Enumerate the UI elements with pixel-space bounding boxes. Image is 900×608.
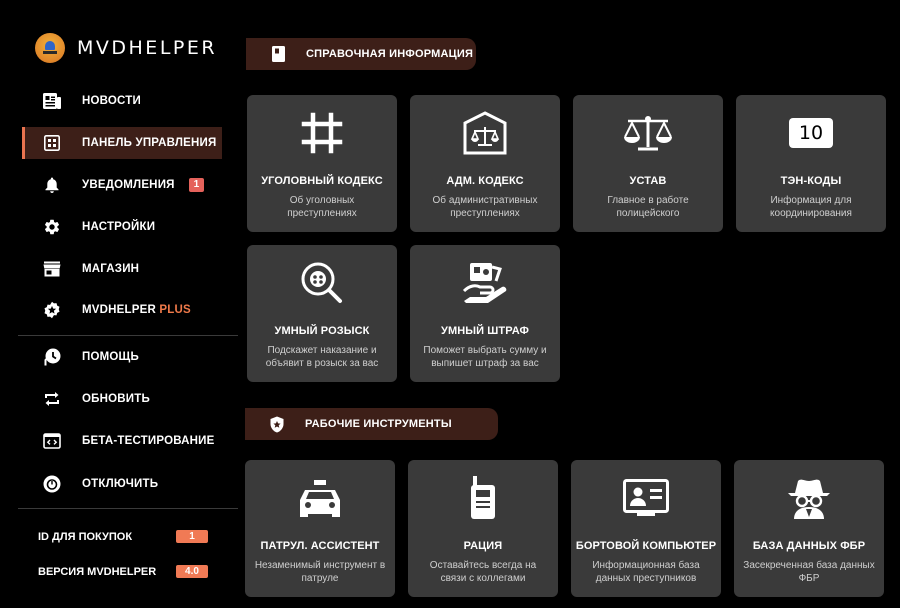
scales-frame-icon — [410, 111, 560, 155]
sidebar-item-label: ПОМОЩЬ — [82, 351, 139, 363]
card-title: УМНЫЙ РОЗЫСК — [274, 325, 370, 337]
card-description: Незаменимый инструмент в патруле — [254, 560, 386, 584]
ten-code-icon: 10 — [736, 113, 886, 153]
card-admin-code[interactable]: АДМ. КОДЕКС Об административных преступл… — [410, 95, 560, 232]
card-title: БОРТОВОЙ КОМПЬЮТЕР — [575, 540, 717, 552]
card-ten-codes[interactable]: 10 ТЭН-КОДЫ Информация для координирован… — [736, 95, 886, 232]
sidebar-item-label: НОВОСТИ — [82, 95, 141, 107]
sidebar-item-news[interactable]: НОВОСТИ — [22, 85, 222, 117]
sidebar-item-label: БЕТА-ТЕСТИРОВАНИЕ — [82, 435, 215, 447]
card-smart-search[interactable]: УМНЫЙ РОЗЫСК Подскажет наказание и объяв… — [247, 245, 397, 382]
id-card-icon — [571, 478, 721, 518]
brand: MVDHELPER — [35, 33, 217, 63]
card-fbi-database[interactable]: БАЗА ДАННЫХ ФБР Засекреченная база данны… — [734, 460, 884, 597]
sidebar-item-label: УВЕДОМЛЕНИЯ — [82, 179, 175, 191]
notification-count-badge: 1 — [188, 178, 205, 192]
card-description: Информационная база данных преступников — [592, 560, 700, 584]
sidebar-item-beta[interactable]: БЕТА-ТЕСТИРОВАНИЕ — [22, 425, 222, 457]
section-header-tools: РАБОЧИЕ ИНСТРУМЕНТЫ — [245, 408, 498, 440]
news-icon — [42, 91, 62, 111]
card-title: БАЗА ДАННЫХ ФБР — [752, 540, 866, 552]
sidebar-item-help[interactable]: ПОМОЩЬ — [22, 341, 222, 373]
sidebar: MVDHELPER НОВОСТИ ПАНЕЛЬ УПРАВЛЕНИЯ УВЕД… — [0, 0, 240, 608]
bell-icon — [42, 175, 62, 195]
card-radio[interactable]: РАЦИЯ Оставайтесь всегда на связи с колл… — [408, 460, 558, 597]
app-window: MVDHELPER НОВОСТИ ПАНЕЛЬ УПРАВЛЕНИЯ УВЕД… — [0, 0, 900, 608]
scales-icon — [573, 113, 723, 153]
sidebar-item-store[interactable]: МАГАЗИН — [22, 253, 222, 285]
sidebar-item-label: МАГАЗИН — [82, 263, 140, 275]
power-icon — [42, 474, 62, 494]
section-title: СПРАВОЧНАЯ ИНФОРМАЦИЯ — [306, 48, 474, 60]
purchase-id-value: 1 — [176, 530, 208, 543]
card-charter[interactable]: УСТАВ Главное в работе полицейского — [573, 95, 723, 232]
card-description: Об уголовных преступлениях — [287, 195, 357, 219]
section-header-reference: СПРАВОЧНАЯ ИНФОРМАЦИЯ — [246, 38, 476, 70]
sidebar-item-label: НАСТРОЙКИ — [82, 221, 156, 233]
version-label: ВЕРСИЯ MVDHELPER — [38, 565, 157, 578]
purchase-id-label: ID ДЛЯ ПОКУПОК — [38, 530, 133, 543]
card-criminal-code[interactable]: УГОЛОВНЫЙ КОДЕКС Об уголовных преступлен… — [247, 95, 397, 232]
sidebar-divider — [18, 335, 238, 336]
sidebar-item-plus-label: MVDHELPER — [82, 304, 157, 316]
plus-suffix: PLUS — [159, 304, 191, 316]
payment-icon — [410, 263, 560, 303]
sidebar-item-disconnect[interactable]: ОТКЛЮЧИТЬ — [22, 468, 222, 500]
card-title: АДМ. КОДЕКС — [446, 175, 524, 187]
police-car-icon — [245, 478, 395, 518]
gear-icon — [42, 217, 62, 237]
version-row: ВЕРСИЯ MVDHELPER 4.0 — [38, 565, 208, 578]
sidebar-item-label: ПАНЕЛЬ УПРАВЛЕНИЯ — [82, 137, 217, 149]
card-description: Об административных преступлениях — [432, 195, 538, 219]
card-smart-fine[interactable]: УМНЫЙ ШТРАФ Поможет выбрать сумму и выпи… — [410, 245, 560, 382]
sidebar-item-label: ОБНОВИТЬ — [82, 393, 150, 405]
help-icon — [42, 347, 62, 367]
star-badge-icon — [42, 300, 62, 320]
sidebar-item-settings[interactable]: НАСТРОЙКИ — [22, 211, 222, 243]
book-icon — [270, 46, 286, 62]
ten-code-label: 10 — [789, 118, 833, 148]
police-badge-icon — [269, 416, 285, 432]
card-title: УМНЫЙ ШТРАФ — [441, 325, 529, 337]
card-description: Главное в работе полицейского — [607, 195, 689, 219]
card-description: Подскажет наказание и объявит в розыск з… — [265, 345, 379, 369]
dashboard-icon — [42, 133, 62, 153]
police-light-logo-icon — [35, 33, 65, 63]
sidebar-item-label: ОТКЛЮЧИТЬ — [82, 478, 159, 490]
card-title: ПАТРУЛ. АССИСТЕНТ — [260, 540, 380, 552]
radio-icon — [408, 476, 558, 519]
card-description: Поможет выбрать сумму и выпишет штраф за… — [423, 345, 547, 369]
card-title: ТЭН-КОДЫ — [780, 175, 842, 187]
code-icon — [42, 431, 62, 451]
version-value: 4.0 — [176, 565, 208, 578]
card-description: Засекреченная база данных ФБР — [743, 560, 875, 584]
card-title: УСТАВ — [629, 175, 667, 187]
brand-name: MVDHELPER — [77, 37, 218, 59]
card-onboard-computer[interactable]: БОРТОВОЙ КОМПЬЮТЕР Информационная база д… — [571, 460, 721, 597]
card-title: РАЦИЯ — [463, 540, 503, 552]
card-description: Информация для координирования — [770, 195, 852, 219]
sidebar-item-label: MVDHELPER PLUS — [82, 304, 191, 316]
sidebar-item-refresh[interactable]: ОБНОВИТЬ — [22, 383, 222, 415]
refresh-icon — [42, 389, 62, 409]
sidebar-item-notifications[interactable]: УВЕДОМЛЕНИЯ 1 — [22, 169, 222, 201]
spy-icon — [734, 478, 884, 519]
search-icon — [247, 262, 397, 303]
purchase-id-row: ID ДЛЯ ПОКУПОК 1 — [38, 530, 208, 543]
store-icon — [42, 259, 62, 279]
card-patrol-assistant[interactable]: ПАТРУЛ. АССИСТЕНТ Незаменимый инструмент… — [245, 460, 395, 597]
section-title: РАБОЧИЕ ИНСТРУМЕНТЫ — [305, 418, 452, 430]
sidebar-item-dashboard[interactable]: ПАНЕЛЬ УПРАВЛЕНИЯ — [22, 127, 222, 159]
card-title: УГОЛОВНЫЙ КОДЕКС — [261, 175, 383, 187]
hash-icon — [247, 112, 397, 154]
sidebar-item-plus[interactable]: MVDHELPER PLUS — [22, 294, 222, 326]
sidebar-divider — [18, 508, 238, 509]
card-description: Оставайтесь всегда на связи с коллегами — [429, 560, 537, 584]
